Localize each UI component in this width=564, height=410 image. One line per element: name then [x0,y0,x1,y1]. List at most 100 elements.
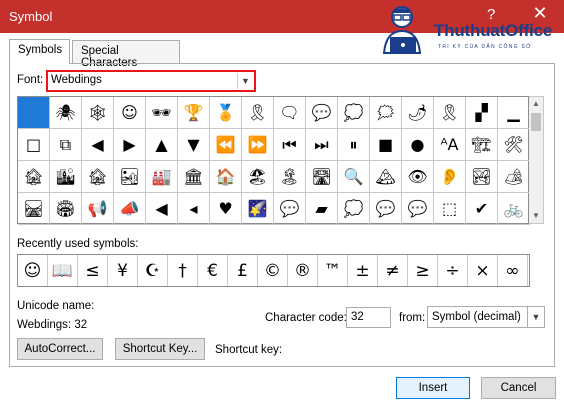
recent-symbol-cell[interactable]: £ [228,255,258,286]
shortcut-key-button[interactable]: Shortcut Key... [115,338,205,360]
character-code-input[interactable]: 32 [346,307,391,328]
autocorrect-button[interactable]: AutoCorrect... [17,338,103,360]
from-dropdown[interactable]: Symbol (decimal) ▼ [427,306,545,328]
symbol-cell[interactable]: ☺ [114,97,146,129]
recent-symbol-cell[interactable]: € [198,255,228,286]
symbol-cell[interactable]: 👁 [402,161,434,193]
symbol-cell[interactable]: 🏗 [466,129,498,161]
symbol-cell[interactable]: 🕶 [146,97,178,129]
recent-symbol-cell[interactable]: © [258,255,288,286]
scroll-up-icon[interactable]: ▲ [529,97,543,111]
symbol-cell[interactable]: 🚲 [498,193,530,225]
recent-symbol-cell[interactable]: ± [348,255,378,286]
recent-symbol-cell[interactable]: ≤ [78,255,108,286]
recent-symbol-cell[interactable]: ≥ [408,255,438,286]
scroll-thumb[interactable] [531,113,541,131]
symbol-cell[interactable]: 🏞 [466,161,498,193]
symbol-cell[interactable]: 🎗 [434,97,466,129]
symbol-cell[interactable]: 🏔 [370,161,402,193]
symbol-cell[interactable]: 🏟 [50,193,82,225]
symbol-cell[interactable]: ■ [370,129,402,161]
recent-symbols-row[interactable]: ☺ 📖 ≤ ¥ ☪ † € £ © ® ™ ± ≠ ≥ ÷ × ∞ [17,254,530,287]
symbol-cell[interactable]: ◀ [146,193,178,225]
symbol-cell[interactable]: □ [18,129,50,161]
symbol-cell[interactable]: 🏆 [178,97,210,129]
symbol-cell[interactable]: 📢 [82,193,114,225]
symbol-cell[interactable]: 🏜 [114,161,146,193]
font-dropdown[interactable]: Webdings ▼ [46,70,256,92]
scroll-down-icon[interactable]: ▼ [529,209,543,223]
symbol-cell[interactable]: 🕷 [50,97,82,129]
symbol-cell[interactable]: 🏛 [178,161,210,193]
recent-symbol-cell[interactable]: ÷ [438,255,468,286]
symbol-cell[interactable]: ᴬA [434,129,466,161]
symbol-cell[interactable]: 💬 [274,193,306,225]
insert-button[interactable]: Insert [396,377,470,399]
symbol-cell[interactable]: 🔍 [338,161,370,193]
chevron-down-icon[interactable]: ▼ [237,73,253,89]
recent-symbol-cell[interactable]: ™ [318,255,348,286]
symbol-cell[interactable]: 🏅 [210,97,242,129]
symbol-cell[interactable]: 🌠 [242,193,274,225]
symbol-cell[interactable]: ◀ [82,129,114,161]
person-laptop-icon [382,6,422,54]
symbol-cell[interactable]: 🌶 [402,97,434,129]
symbol-cell[interactable]: 🗯 [370,97,402,129]
symbol-cell[interactable]: ⏩ [242,129,274,161]
symbol-cell[interactable]: 🛤 [18,193,50,225]
symbol-cell[interactable]: ⏪ [210,129,242,161]
symbol-cell[interactable]: ▲ [146,129,178,161]
symbol-cell[interactable]: ▞ [466,97,498,129]
symbol-cell[interactable]: 💭 [338,193,370,225]
symbol-cell[interactable]: 🏚 [82,161,114,193]
symbol-cell[interactable] [18,97,50,129]
recent-symbol-cell[interactable]: ☪ [138,255,168,286]
symbol-cell[interactable]: ● [402,129,434,161]
symbol-cell[interactable]: 👂 [434,161,466,193]
grid-scrollbar[interactable]: ▲ ▼ [529,96,544,224]
symbol-cell[interactable]: 🛣 [306,161,338,193]
symbol-cell[interactable]: ⏸ [338,129,370,161]
symbol-cell[interactable]: ▶ [114,129,146,161]
symbol-cell[interactable]: ▁ [498,97,530,129]
recent-symbol-cell[interactable]: ¥ [108,255,138,286]
tab-symbols[interactable]: Symbols [9,39,70,64]
recent-symbol-cell[interactable]: ≠ [378,255,408,286]
recent-symbol-cell[interactable]: ☺ [18,255,48,286]
symbol-cell[interactable]: 🏙 [50,161,82,193]
symbol-cell[interactable]: 🏕 [498,161,530,193]
symbol-cell[interactable]: ◂ [178,193,210,225]
recent-symbol-cell[interactable]: ∞ [498,255,528,286]
symbol-cell[interactable]: 🎗 [242,97,274,129]
symbol-cell[interactable]: ▼ [178,129,210,161]
symbol-cell[interactable]: 🗨 [274,97,306,129]
tab-special-characters[interactable]: Special Characters [72,40,180,69]
symbol-cell[interactable]: ⬚ [434,193,466,225]
symbol-cell[interactable]: ⏮ [274,129,306,161]
recent-symbol-cell[interactable]: † [168,255,198,286]
symbol-grid[interactable]: 🕷 🕸 ☺ 🕶 🏆 🏅 🎗 🗨 💬 💭 🗯 🌶 🎗 ▞ ▁ □ ⧉ ◀ ▶ ▲ ▼ ⏪ ⏩ ⏮ ⏭ ⏸ ■ ● ᴬA 🏗 🛠 🏚 🏙 🏚 🏜 🏭 🏛 🏠 🏖… [17,96,530,225]
symbol-cell[interactable]: 🏠 [210,161,242,193]
symbol-cell[interactable]: 💬 [306,97,338,129]
recent-symbol-cell[interactable]: 📖 [48,255,78,286]
symbol-cell[interactable]: 💭 [338,97,370,129]
from-label: from: [399,312,426,324]
symbol-cell[interactable]: ✔ [466,193,498,225]
symbol-cell[interactable]: 📣 [114,193,146,225]
symbol-cell[interactable]: 💬 [402,193,434,225]
symbol-cell[interactable]: 🏚 [18,161,50,193]
symbol-cell[interactable]: 🏭 [146,161,178,193]
symbol-cell[interactable]: 🛠 [498,129,530,161]
symbol-cell[interactable]: 🏖 [242,161,274,193]
chevron-down-icon[interactable]: ▼ [527,307,544,327]
symbol-cell[interactable]: 🏝 [274,161,306,193]
symbol-cell[interactable]: 🕸 [82,97,114,129]
symbol-cell[interactable]: ⧉ [50,129,82,161]
symbol-cell[interactable]: ⏭ [306,129,338,161]
recent-symbol-cell[interactable]: ® [288,255,318,286]
cancel-button[interactable]: Cancel [481,377,556,399]
symbol-cell[interactable]: ♥ [210,193,242,225]
symbol-cell[interactable]: 💬 [370,193,402,225]
symbol-cell[interactable]: ▰ [306,193,338,225]
recent-symbol-cell[interactable]: × [468,255,498,286]
